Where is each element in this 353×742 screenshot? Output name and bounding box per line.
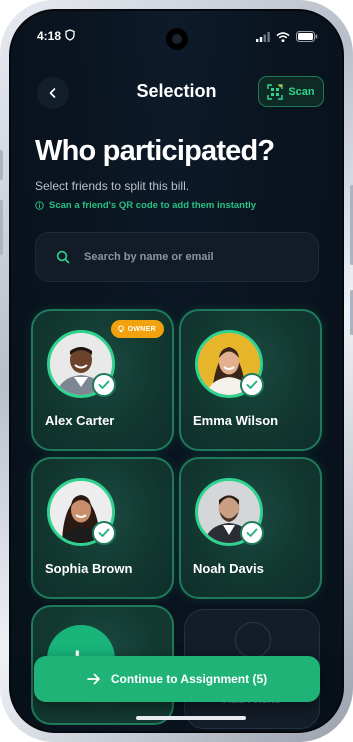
friend-card[interactable]: Emma Wilson	[179, 309, 322, 451]
scan-button-label: Scan	[288, 85, 315, 98]
friend-card[interactable]: Sophia Brown	[31, 457, 174, 599]
friend-card[interactable]: Noah Davis	[179, 457, 322, 599]
info-icon	[35, 201, 44, 210]
friend-name: Emma Wilson	[193, 413, 279, 428]
selected-checkmark	[240, 373, 264, 397]
selected-checkmark	[240, 521, 264, 545]
friend-name: Noah Davis	[193, 561, 264, 576]
selected-checkmark	[92, 373, 116, 397]
check-icon	[246, 380, 258, 389]
friend-name: Sophia Brown	[45, 561, 133, 576]
check-icon	[246, 528, 258, 537]
screen: 4:18 Selection Scan Who participated? Se…	[9, 9, 344, 733]
continue-button[interactable]: Continue to Assignment (5)	[34, 656, 320, 702]
page-title: Who participated?	[35, 135, 275, 167]
qr-hint: Scan a friend's QR code to add them inst…	[35, 200, 256, 211]
cellular-signal-icon	[256, 31, 270, 42]
front-camera	[166, 28, 188, 50]
shield-icon	[65, 29, 75, 41]
friend-name: Alex Carter	[45, 413, 115, 428]
friend-card[interactable]: OWNER Alex Carter	[31, 309, 174, 451]
lightbulb-icon	[117, 325, 124, 333]
add-friend-icon	[235, 622, 271, 658]
search-field[interactable]: Search by name or email	[35, 232, 319, 282]
battery-icon	[296, 31, 318, 42]
qr-code-icon	[267, 83, 284, 100]
phone-frame: 4:18 Selection Scan Who participated? Se…	[0, 0, 353, 742]
scan-button[interactable]: Scan	[258, 76, 324, 107]
home-indicator[interactable]	[136, 716, 246, 720]
wifi-icon	[276, 31, 290, 42]
check-icon	[98, 528, 110, 537]
search-placeholder: Search by name or email	[84, 251, 214, 263]
check-icon	[98, 380, 110, 389]
owner-badge-label: OWNER	[127, 325, 156, 333]
selected-checkmark	[92, 521, 116, 545]
continue-button-label: Continue to Assignment (5)	[110, 672, 268, 686]
action-button	[0, 150, 3, 180]
status-time: 4:18	[37, 29, 62, 43]
owner-badge: OWNER	[110, 320, 164, 338]
search-icon	[56, 250, 70, 264]
arrow-right-icon	[87, 673, 100, 685]
status-icons	[256, 31, 318, 42]
volume-button	[0, 200, 3, 255]
page-subtitle: Select friends to split this bill.	[35, 179, 190, 193]
qr-hint-text: Scan a friend's QR code to add them inst…	[49, 200, 257, 211]
